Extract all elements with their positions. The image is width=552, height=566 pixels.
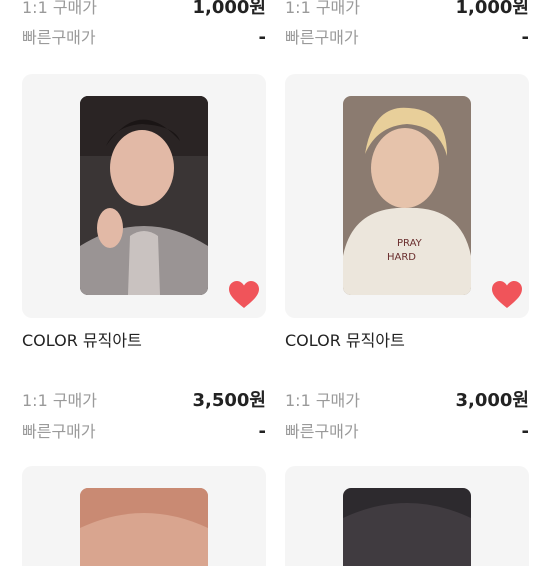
photocard-image: PRAY HARD	[343, 96, 471, 295]
photocard-image	[80, 96, 208, 295]
product-title[interactable]: COLOR 뮤직아트	[22, 330, 142, 352]
quick-price-value: -	[521, 27, 529, 48]
photocard-image	[80, 488, 208, 566]
heart-filled-icon[interactable]	[491, 280, 523, 310]
quick-price-row: 빠른구매가 -	[22, 26, 268, 50]
svg-text:PRAY: PRAY	[397, 238, 423, 249]
quick-price-row: 빠른구매가 -	[285, 26, 531, 50]
one-to-one-label: 1:1 구매가	[22, 391, 97, 410]
quick-price-value: -	[258, 27, 266, 48]
quick-price-label: 빠른구매가	[285, 422, 359, 441]
product-image-card[interactable]	[22, 466, 266, 566]
quick-price-value: -	[521, 421, 529, 442]
photocard-image	[343, 488, 471, 566]
one-to-one-price: 1,000원	[192, 0, 267, 18]
quick-price-value: -	[258, 421, 266, 442]
one-to-one-price-row: 1:1 구매가 3,000원	[285, 389, 531, 413]
one-to-one-price: 3,000원	[455, 390, 530, 411]
quick-price-row: 빠른구매가 -	[285, 420, 531, 444]
one-to-one-label: 1:1 구매가	[285, 0, 360, 17]
one-to-one-label: 1:1 구매가	[22, 0, 97, 17]
quick-price-label: 빠른구매가	[22, 28, 96, 47]
heart-filled-icon[interactable]	[228, 280, 260, 310]
one-to-one-price: 3,500원	[192, 390, 267, 411]
one-to-one-price-row: 1:1 구매가 1,000원	[22, 0, 268, 20]
one-to-one-label: 1:1 구매가	[285, 391, 360, 410]
product-image-card[interactable]	[285, 466, 529, 566]
product-title[interactable]: COLOR 뮤직아트	[285, 330, 405, 352]
one-to-one-price-row: 1:1 구매가 3,500원	[22, 389, 268, 413]
quick-price-row: 빠른구매가 -	[22, 420, 268, 444]
one-to-one-price: 1,000원	[455, 0, 530, 18]
one-to-one-price-row: 1:1 구매가 1,000원	[285, 0, 531, 20]
svg-text:HARD: HARD	[387, 252, 416, 263]
product-image-card[interactable]	[22, 74, 266, 318]
quick-price-label: 빠른구매가	[285, 28, 359, 47]
product-image-card[interactable]: PRAY HARD	[285, 74, 529, 318]
quick-price-label: 빠른구매가	[22, 422, 96, 441]
